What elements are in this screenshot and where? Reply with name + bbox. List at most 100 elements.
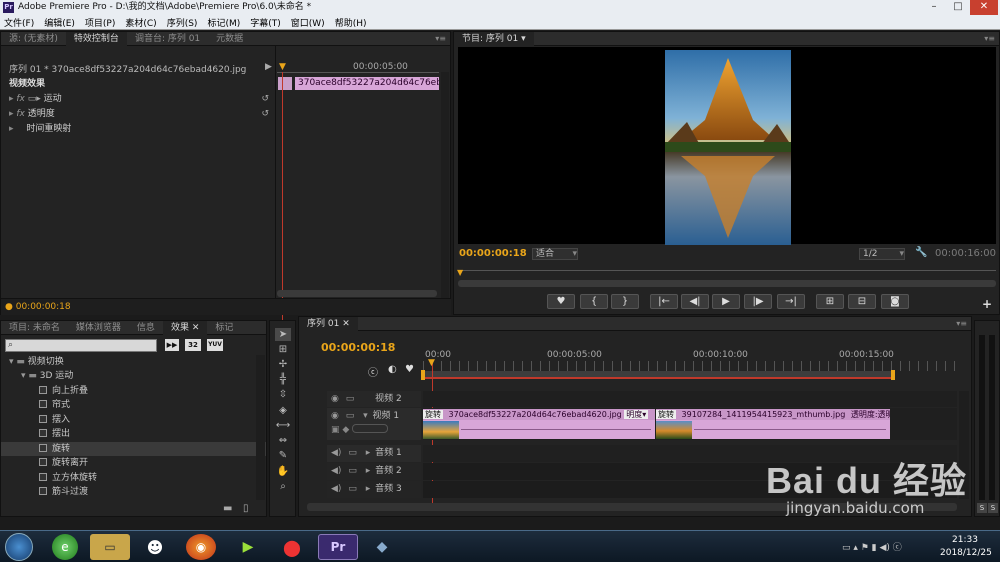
effects-scrollbar[interactable] — [256, 355, 265, 500]
tab-source[interactable]: 源: (无素材) — [1, 32, 66, 46]
rolling-edit-tool-icon[interactable]: ╬ — [275, 373, 291, 386]
menu-title[interactable]: 字幕(T) — [250, 16, 281, 29]
tree-item[interactable]: 向上折叠 — [1, 384, 266, 398]
snap-icon[interactable]: ⓒ — [368, 364, 378, 379]
file-explorer-icon[interactable]: ▭ — [90, 534, 130, 560]
zoom-tool-icon[interactable]: ⌕ — [275, 480, 291, 493]
track-header-video1[interactable]: ◉ ▭ ▾ 视频 1 ▣ ◆ — [327, 408, 421, 440]
timeline-ruler[interactable] — [423, 361, 957, 371]
media-player-icon[interactable]: ▶ — [228, 534, 268, 560]
mark-in-button[interactable]: { — [580, 294, 608, 309]
eye-icon[interactable]: ◉ — [331, 411, 339, 421]
play-button[interactable]: ▶ — [712, 294, 740, 309]
wrench-icon[interactable]: 🔧 — [915, 247, 927, 258]
menu-edit[interactable]: 编辑(E) — [44, 16, 75, 29]
lock-icon[interactable]: ▭ — [346, 394, 355, 404]
tab-media-browser[interactable]: 媒体浏览器 — [68, 321, 129, 335]
notes-app-icon[interactable]: ◆ — [362, 534, 402, 560]
ec-zoom-scrollbar[interactable] — [277, 290, 437, 297]
effect-row-opacity[interactable]: ▸ fx 透明度 ↺ — [9, 107, 271, 121]
start-button[interactable] — [5, 533, 33, 561]
work-area-start[interactable] — [421, 370, 425, 380]
track-header-audio3[interactable]: ◀) ▭ ▸ 音频 3 — [327, 481, 421, 498]
panel-menu-icon[interactable]: ▾≡ — [435, 34, 446, 43]
tab-effect-controls[interactable]: 特效控制台 — [65, 31, 127, 46]
accelerated-effects-icon[interactable]: ▶▶ — [165, 339, 179, 351]
add-marker-button[interactable]: ♥ — [547, 294, 575, 309]
track-header-audio1[interactable]: ◀) ▭ ▸ 音频 1 — [327, 445, 421, 462]
tab-program[interactable]: 节目: 序列 01 ▾ — [454, 31, 534, 46]
menu-project[interactable]: 项目(P) — [85, 16, 115, 29]
timeline-vscroll[interactable] — [959, 391, 969, 499]
timeline-hscroll[interactable] — [307, 503, 957, 511]
panel-menu-icon[interactable]: ▾≡ — [956, 319, 967, 328]
menu-help[interactable]: 帮助(H) — [335, 16, 367, 29]
track-header-audio2[interactable]: ◀) ▭ ▸ 音频 2 — [327, 463, 421, 480]
lock-icon[interactable]: ▭ — [348, 448, 357, 458]
minimize-button[interactable]: – — [922, 0, 946, 15]
new-bin-icon[interactable]: ▬ — [223, 503, 232, 514]
tab-sequence[interactable]: 序列 01 ✕ — [299, 316, 358, 331]
resolution-dropdown[interactable]: 1/2 ▾ — [859, 248, 905, 260]
tree-folder[interactable]: ▾ ▬ 视频切换 — [1, 355, 266, 369]
program-timecode[interactable]: 00:00:00:18 — [459, 248, 527, 259]
delete-icon[interactable]: ▯ — [243, 503, 249, 514]
tree-item-selected[interactable]: 旋转 — [1, 442, 266, 456]
mark-out-button[interactable]: } — [611, 294, 639, 309]
ripple-edit-tool-icon[interactable]: ✢ — [275, 358, 291, 371]
yuv-effects-badge[interactable]: YUV — [207, 339, 223, 351]
video-clip-2[interactable]: 旋转 39107284_1411954415923_mthumb.jpg 透明度… — [656, 409, 890, 439]
menu-sequence[interactable]: 序列(S) — [167, 16, 198, 29]
speaker-icon[interactable]: ◀) — [331, 484, 341, 494]
step-forward-button[interactable]: |▶ — [744, 294, 772, 309]
effect-row-time-remap[interactable]: ▸ 时间重映射 — [9, 122, 71, 136]
close-button[interactable]: ✕ — [970, 0, 998, 15]
lock-icon[interactable]: ▭ — [346, 411, 355, 421]
tab-effects[interactable]: 效果 ✕ — [162, 320, 208, 335]
effect-row-motion[interactable]: ▸ fx ▭▸ 运动 ↺ — [9, 92, 271, 106]
tree-item[interactable]: 立方体旋转 — [1, 471, 266, 485]
sequence-marker-icon[interactable]: ◐ — [388, 364, 397, 375]
premiere-taskbar-icon[interactable]: Pr — [318, 534, 358, 560]
solo-right-button[interactable]: S — [988, 503, 998, 513]
maximize-button[interactable]: □ — [946, 0, 970, 15]
qq-icon[interactable]: ☻ — [135, 534, 175, 560]
selection-tool-icon[interactable]: ➤ — [275, 328, 291, 341]
tab-metadata[interactable]: 元数据 — [208, 32, 251, 46]
go-to-out-button[interactable]: →| — [777, 294, 805, 309]
video-clip-1[interactable]: 旋转 370ace8df53227a204d64c76ebad4620.jpg … — [423, 409, 655, 439]
tree-item[interactable]: 帘式 — [1, 398, 266, 412]
hand-tool-icon[interactable]: ✋ — [275, 465, 291, 478]
tab-audio-mixer[interactable]: 调音台: 序列 01 — [127, 32, 208, 46]
slide-tool-icon[interactable]: ⇔ — [275, 434, 291, 447]
rate-stretch-tool-icon[interactable]: ⇳ — [275, 388, 291, 401]
reset-icon[interactable]: ↺ — [261, 107, 269, 121]
tree-folder[interactable]: ▾ ▬ 3D 运动 — [1, 369, 266, 383]
speaker-icon[interactable]: ◀) — [331, 448, 341, 458]
track-lane-audio3[interactable] — [423, 481, 957, 498]
ec-timecode[interactable]: ● 00:00:00:18 — [5, 302, 71, 312]
menu-file[interactable]: 文件(F) — [4, 16, 34, 29]
eye-icon[interactable]: ◉ — [331, 394, 339, 404]
tree-item[interactable]: 摆出 — [1, 427, 266, 441]
work-area-end[interactable] — [891, 370, 895, 380]
panel-menu-icon[interactable]: ▾≡ — [984, 34, 995, 43]
tab-markers[interactable]: 标记 — [207, 321, 241, 335]
menu-marker[interactable]: 标记(M) — [207, 16, 240, 29]
export-frame-button[interactable]: ◙ — [881, 294, 909, 309]
track-select-tool-icon[interactable]: ⊞ — [275, 343, 291, 356]
track-header-video2[interactable]: ◉ ▭ 视频 2 — [327, 391, 421, 407]
program-zoom-scrollbar[interactable] — [458, 280, 996, 287]
track-lane-video2[interactable] — [423, 391, 957, 407]
slip-tool-icon[interactable]: ⟷ — [275, 419, 291, 432]
ec-transition-marker[interactable] — [278, 77, 292, 90]
work-area-bar[interactable] — [421, 371, 893, 379]
tree-item[interactable]: 摆入 — [1, 413, 266, 427]
pen-tool-icon[interactable]: ✎ — [275, 449, 291, 462]
reset-icon[interactable]: ↺ — [261, 92, 269, 106]
marker-icon[interactable]: ♥ — [405, 364, 414, 375]
ec-scrollbar[interactable] — [441, 72, 449, 312]
ec-playhead[interactable] — [282, 72, 283, 322]
track-lane-audio1[interactable] — [423, 445, 957, 462]
tab-project[interactable]: 项目: 未命名 — [1, 321, 68, 335]
